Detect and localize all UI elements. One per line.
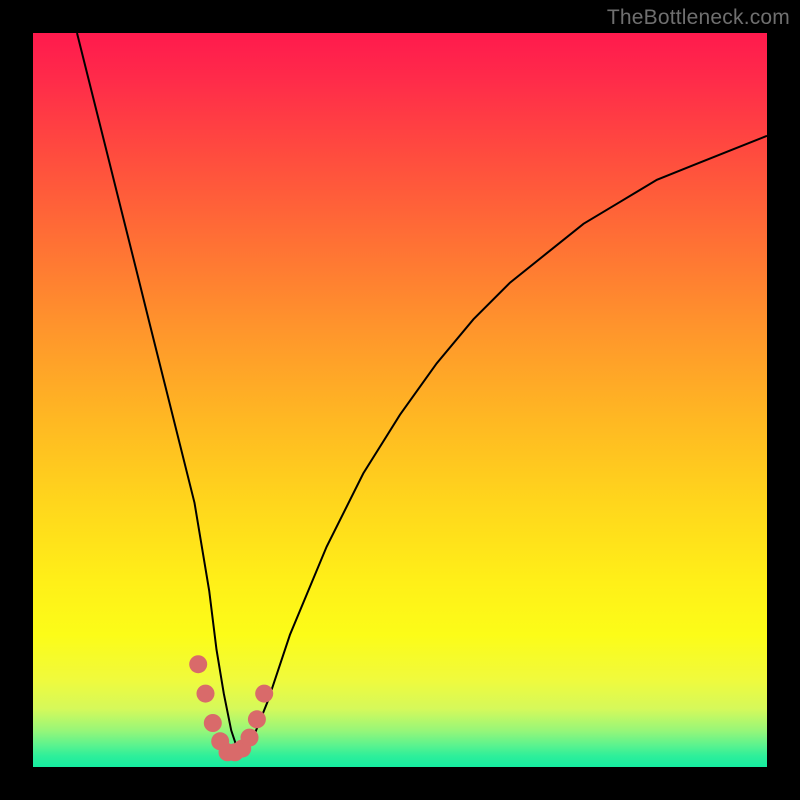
marker-dot [241, 729, 259, 747]
highlight-markers [189, 655, 273, 761]
marker-dot [189, 655, 207, 673]
marker-dot [204, 714, 222, 732]
chart-svg [33, 33, 767, 767]
bottleneck-curve [77, 33, 767, 752]
marker-dot [197, 685, 215, 703]
marker-dot [248, 710, 266, 728]
marker-dot [255, 685, 273, 703]
watermark-label: TheBottleneck.com [607, 6, 790, 30]
